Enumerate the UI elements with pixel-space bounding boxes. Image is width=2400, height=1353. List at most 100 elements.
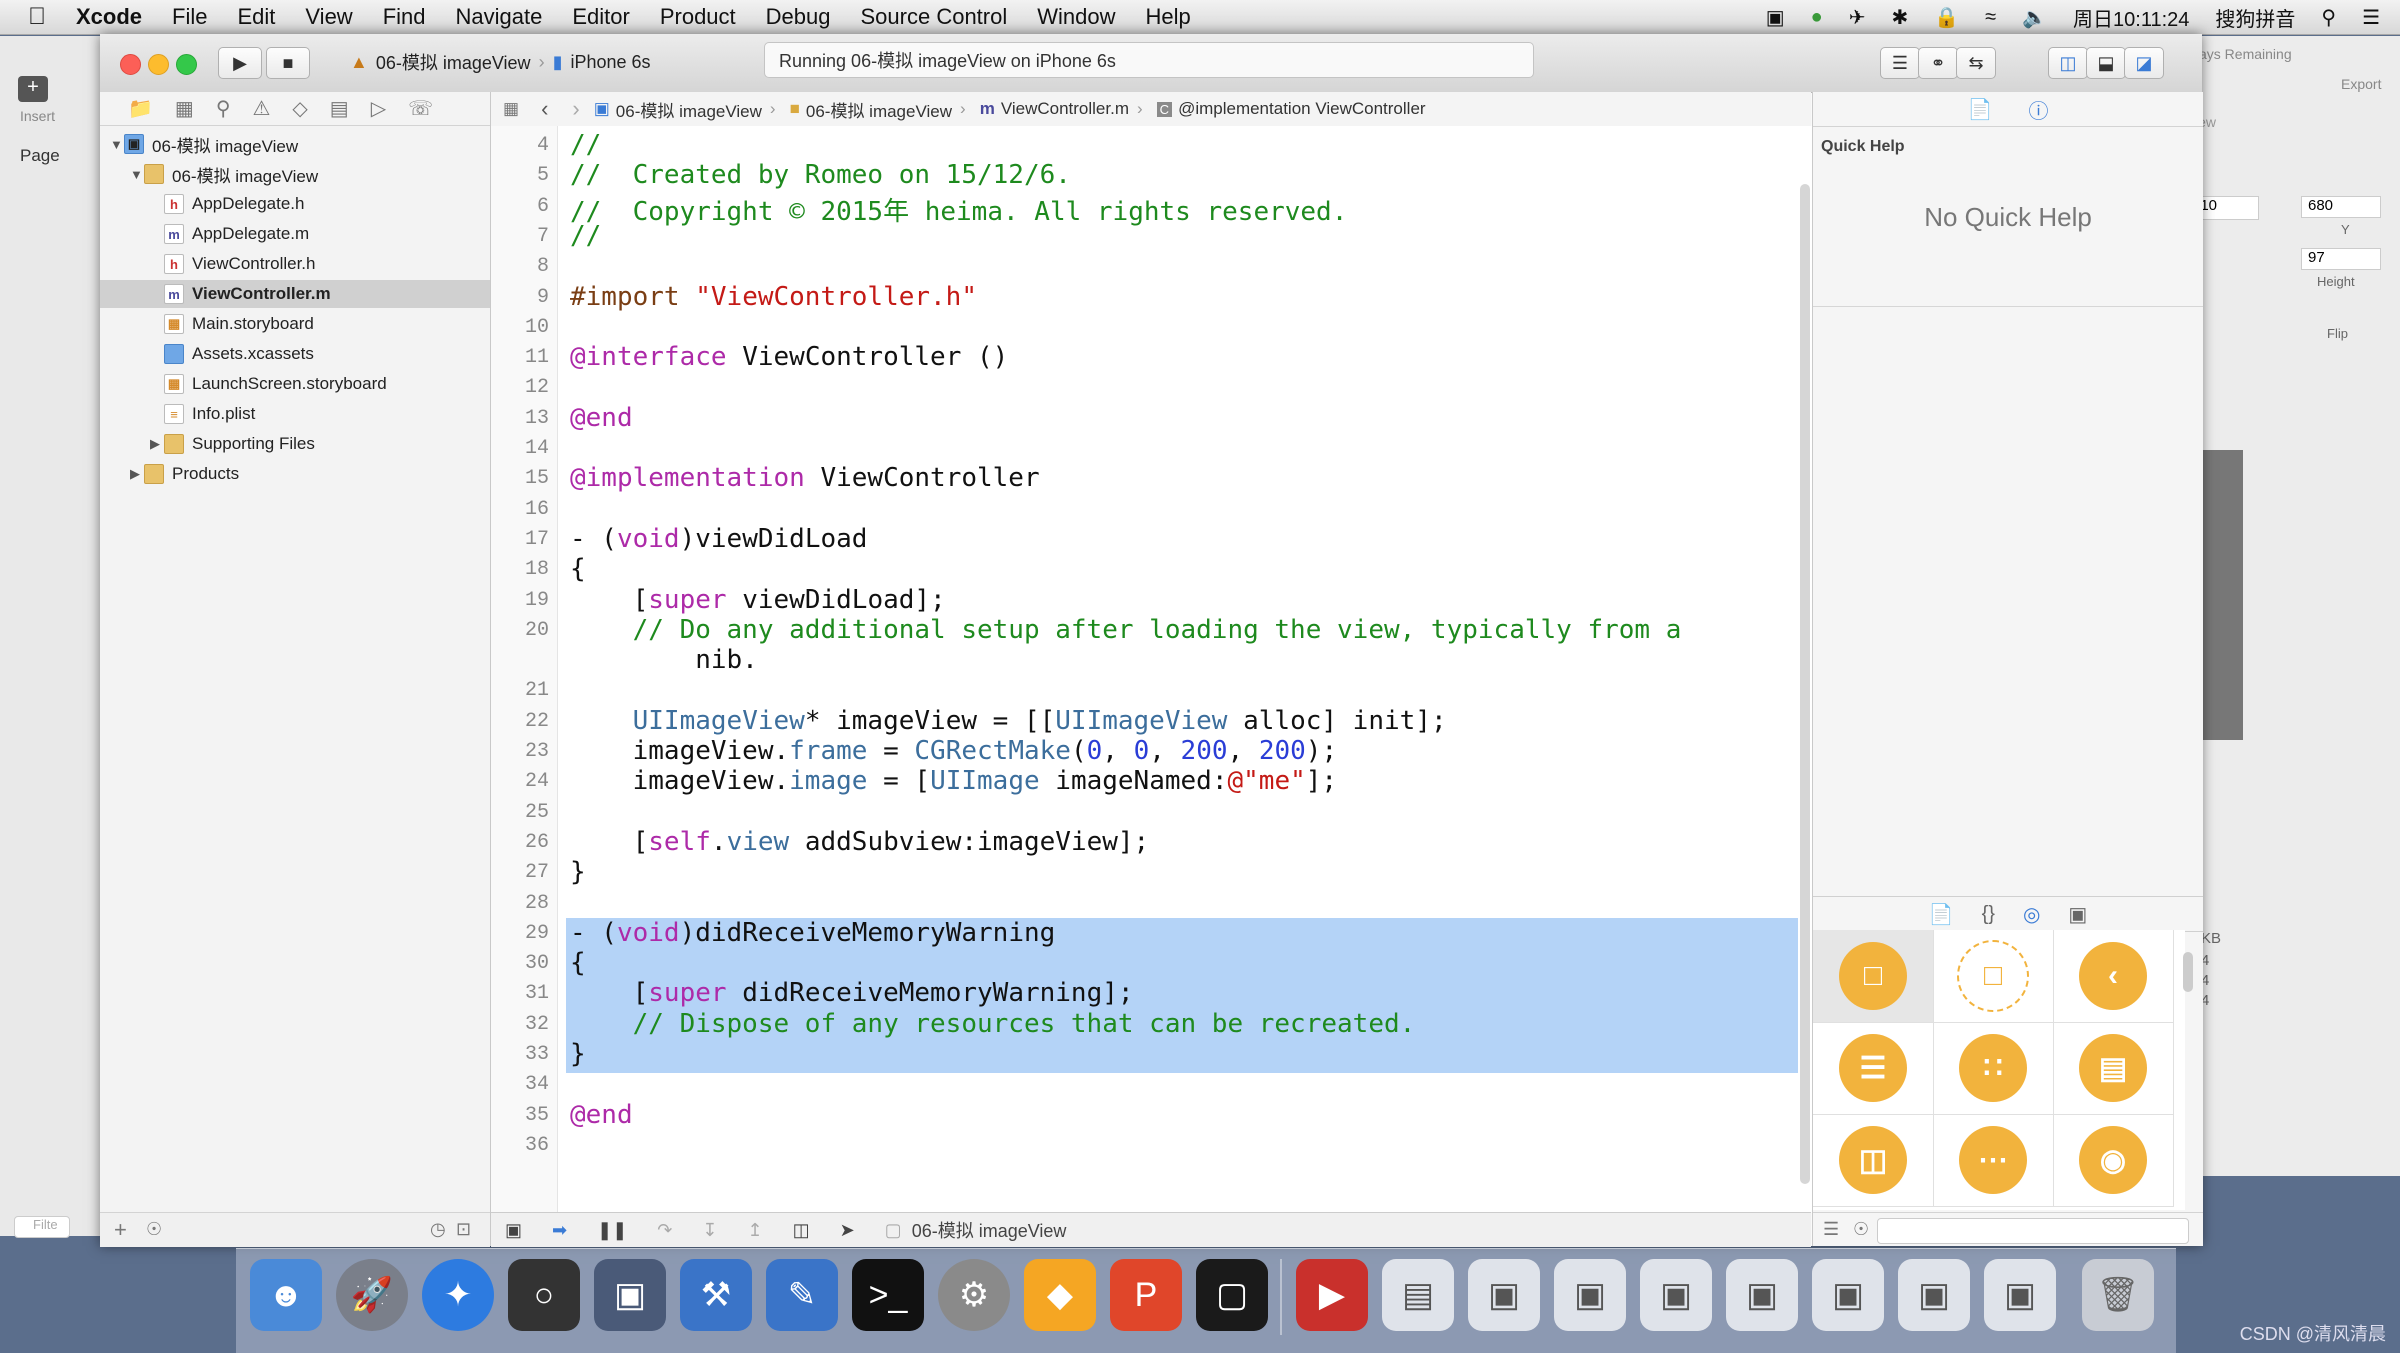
- window-thumb-icon[interactable]: ▣: [1640, 1259, 1712, 1331]
- library-filter-input[interactable]: [1877, 1218, 2189, 1244]
- add-icon[interactable]: +: [114, 1217, 127, 1243]
- file-tree-item[interactable]: ▶ Supporting Files: [100, 430, 490, 458]
- disclosure-open-icon[interactable]: ▼: [110, 137, 124, 152]
- source-editor[interactable]: //// Created by Romeo on 15/12/6.// Copy…: [558, 126, 1818, 1212]
- library-item-storyboard-reference[interactable]: □: [1933, 930, 2054, 1023]
- launchpad-icon[interactable]: 🚀: [336, 1259, 408, 1331]
- pause-icon[interactable]: ❚❚: [597, 1220, 627, 1241]
- screen-recorder-icon[interactable]: ▣: [594, 1259, 666, 1331]
- filter-icon[interactable]: ☉: [146, 1219, 162, 1240]
- close-window-button[interactable]: [120, 54, 141, 75]
- related-items-icon[interactable]: ▦: [503, 99, 519, 119]
- notification-center-icon[interactable]: ☰: [2362, 5, 2380, 30]
- debug-navigator-icon[interactable]: ▤: [330, 96, 349, 121]
- recent-files-icon[interactable]: ◷: [430, 1219, 446, 1240]
- object-library-icon[interactable]: ◎: [2023, 902, 2040, 927]
- wifi-icon[interactable]: ≈: [1985, 6, 1996, 29]
- terminal-icon[interactable]: >_: [852, 1259, 924, 1331]
- lock-icon[interactable]: 🔒: [1934, 5, 1959, 30]
- file-inspector-icon[interactable]: 📄: [1968, 97, 1993, 122]
- height-field[interactable]: 97: [2301, 248, 2381, 270]
- menu-source-control[interactable]: Source Control: [861, 4, 1008, 30]
- menu-app-name[interactable]: Xcode: [76, 4, 142, 30]
- file-tree-item[interactable]: ▼ 06-模拟 imageView: [100, 160, 490, 188]
- library-item-table-view-controller[interactable]: ☰: [1813, 1022, 1934, 1115]
- minimize-window-button[interactable]: [148, 54, 169, 75]
- code-snippet-icon[interactable]: {}: [1982, 903, 1995, 926]
- test-icon[interactable]: ◇: [292, 96, 307, 121]
- y-field[interactable]: 680: [2301, 196, 2381, 218]
- library-item-page-view-controller[interactable]: ⋯: [1933, 1114, 2054, 1207]
- breadcrumb-group[interactable]: ■ 06-模拟 imageView: [790, 97, 952, 122]
- finder-icon[interactable]: ☻: [250, 1259, 322, 1331]
- window-thumb-icon[interactable]: ▣: [1898, 1259, 1970, 1331]
- window-thumb-icon[interactable]: ▣: [1554, 1259, 1626, 1331]
- xcode-icon[interactable]: ⚒: [680, 1259, 752, 1331]
- filter-icon[interactable]: ☉: [1853, 1219, 1869, 1240]
- location-icon[interactable]: ➤: [840, 1220, 855, 1241]
- scheme-selector[interactable]: ▲ 06-模拟 imageView › ▮ iPhone 6s: [350, 47, 651, 77]
- step-over-icon[interactable]: ↷: [657, 1220, 672, 1241]
- disclosure-closed-icon[interactable]: ▶: [130, 466, 144, 482]
- search-icon[interactable]: ⚲: [216, 96, 231, 121]
- file-tree-item[interactable]: ▦ Main.storyboard: [100, 310, 490, 338]
- spotlight-icon[interactable]: ⚲: [2321, 5, 2336, 30]
- menu-file[interactable]: File: [172, 4, 207, 30]
- file-tree-item[interactable]: ▦ LaunchScreen.storyboard: [100, 370, 490, 398]
- editor-scrollbar[interactable]: [1800, 184, 1810, 1184]
- menu-window[interactable]: Window: [1037, 4, 1115, 30]
- paw-icon[interactable]: P: [1110, 1259, 1182, 1331]
- assistant-editor-button[interactable]: ⚭: [1918, 47, 1958, 79]
- menu-edit[interactable]: Edit: [237, 4, 275, 30]
- window-thumb-icon[interactable]: ▣: [1812, 1259, 1884, 1331]
- scm-filter-icon[interactable]: ⊡: [456, 1219, 471, 1240]
- mouse-tool-icon[interactable]: ○: [508, 1259, 580, 1331]
- step-into-icon[interactable]: ↧: [702, 1220, 717, 1241]
- library-item-collection-view-controller[interactable]: ∷: [1933, 1022, 2054, 1115]
- standard-editor-button[interactable]: ☰: [1880, 47, 1920, 79]
- menu-find[interactable]: Find: [383, 4, 426, 30]
- view-debugger-icon[interactable]: ◫: [793, 1220, 810, 1241]
- toggle-debug-area-button[interactable]: ⬓: [2086, 47, 2126, 79]
- system-preferences-icon[interactable]: ⚙: [938, 1259, 1010, 1331]
- bluetooth-icon[interactable]: ✱: [1891, 5, 1908, 30]
- insert-icon[interactable]: +: [18, 76, 48, 102]
- instruments-icon[interactable]: ✎: [766, 1259, 838, 1331]
- toggle-utilities-button[interactable]: ◪: [2124, 47, 2164, 79]
- menu-debug[interactable]: Debug: [766, 4, 831, 30]
- step-out-icon[interactable]: ↥: [747, 1220, 762, 1241]
- status-app-icon[interactable]: ●: [1811, 6, 1823, 29]
- back-icon[interactable]: ‹: [541, 96, 548, 122]
- window-thumb-icon[interactable]: ▣: [1984, 1259, 2056, 1331]
- library-scrollbar[interactable]: [2183, 952, 2193, 992]
- document-icon[interactable]: ▤: [1382, 1259, 1454, 1331]
- stop-button[interactable]: ■: [266, 47, 310, 79]
- version-editor-button[interactable]: ⇆: [1956, 47, 1996, 79]
- safari-icon[interactable]: ✦: [422, 1259, 494, 1331]
- console-icon[interactable]: ▢: [1196, 1259, 1268, 1331]
- file-tree-item[interactable]: m ViewController.m: [100, 280, 490, 308]
- input-method[interactable]: 搜狗拼音: [2215, 3, 2295, 32]
- hide-debug-area-icon[interactable]: ▣: [505, 1220, 522, 1241]
- report-icon[interactable]: ☏: [408, 96, 433, 121]
- menu-navigate[interactable]: Navigate: [456, 4, 543, 30]
- list-view-icon[interactable]: ☰: [1823, 1219, 1839, 1240]
- breakpoints-toggle-icon[interactable]: ➡: [552, 1220, 567, 1241]
- menu-product[interactable]: Product: [660, 4, 736, 30]
- disclosure-open-icon[interactable]: ▼: [130, 167, 144, 182]
- file-tree-item[interactable]: h AppDelegate.h: [100, 190, 490, 218]
- file-tree-item[interactable]: ▶ Products: [100, 460, 490, 488]
- symbol-navigator-icon[interactable]: ▦: [175, 96, 194, 121]
- library-item-navigation-controller[interactable]: ‹: [2053, 930, 2174, 1023]
- library-item-split-view-controller[interactable]: ◫: [1813, 1114, 1934, 1207]
- file-tree-item[interactable]: Assets.xcassets: [100, 340, 490, 368]
- media-library-icon[interactable]: ▣: [2068, 902, 2087, 927]
- airplane-icon[interactable]: ✈: [1849, 5, 1866, 30]
- window-thumb-icon[interactable]: ▣: [1726, 1259, 1798, 1331]
- left-filter-field[interactable]: Filte: [14, 1216, 70, 1238]
- file-tree-item[interactable]: m AppDelegate.m: [100, 220, 490, 248]
- file-template-icon[interactable]: 📄: [1929, 902, 1954, 927]
- run-button[interactable]: ▶: [218, 47, 262, 79]
- video-player-icon[interactable]: ▶: [1296, 1259, 1368, 1331]
- zoom-window-button[interactable]: [176, 54, 197, 75]
